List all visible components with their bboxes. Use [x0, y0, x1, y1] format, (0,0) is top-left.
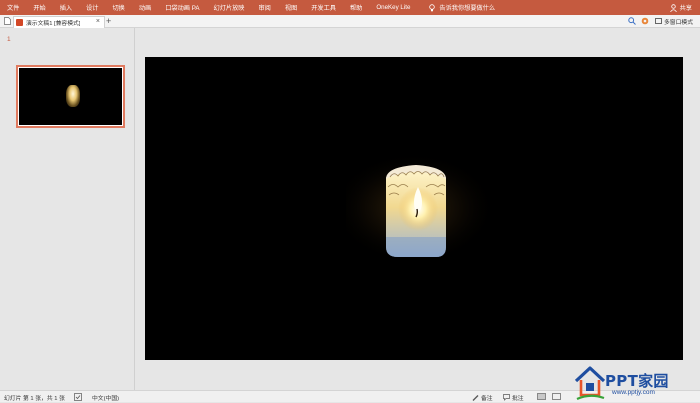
- slide-canvas[interactable]: [145, 57, 683, 360]
- house-logo-icon: [574, 366, 606, 401]
- language-status[interactable]: 中文(中国): [92, 391, 119, 403]
- document-tab-title: 演示文稿1 [兼容模式]: [26, 21, 81, 27]
- ribbon-menu-bar: 文件 开始 插入 设计 切换 动画 口袋动画 PA 幻灯片放映 审阅 视图 开发…: [0, 0, 700, 15]
- slide-thumbnail-pane: 1: [0, 28, 134, 390]
- multi-window-label: 多窗口模式: [664, 19, 693, 26]
- notes-button[interactable]: 备注: [472, 391, 493, 403]
- slide-number: 1: [7, 36, 11, 43]
- search-icon[interactable]: [628, 17, 636, 25]
- menu-home[interactable]: 开始: [26, 3, 52, 12]
- menu-view[interactable]: 视图: [278, 3, 304, 12]
- notes-icon: [472, 394, 479, 401]
- lightbulb-icon: [429, 3, 436, 11]
- share-button[interactable]: 共享: [669, 0, 692, 15]
- menu-pocket-animation[interactable]: 口袋动画 PA: [158, 3, 206, 12]
- slide-count-status: 幻灯片 第 1 张，共 1 张: [4, 395, 65, 402]
- candle-image[interactable]: [346, 157, 496, 259]
- accessibility-icon[interactable]: [74, 393, 82, 401]
- menu-file[interactable]: 文件: [0, 3, 26, 12]
- pptjy-watermark-logo: PPT家园 www.pptjy.com: [574, 365, 700, 402]
- powerpoint-icon: [16, 19, 23, 26]
- menu-slideshow[interactable]: 幻灯片放映: [207, 3, 252, 12]
- menu-help[interactable]: 帮助: [343, 3, 369, 12]
- normal-view-icon[interactable]: [537, 393, 546, 400]
- document-tab-bar: 演示文稿1 [兼容模式] × + 多窗口模式: [0, 15, 700, 28]
- document-icon[interactable]: [4, 17, 11, 25]
- multi-window-mode-button[interactable]: 多窗口模式: [655, 15, 693, 27]
- comment-icon: [503, 393, 510, 401]
- pane-divider[interactable]: [134, 28, 135, 390]
- window-icon: [655, 18, 662, 24]
- logo-url-text: www.pptjy.com: [612, 389, 655, 396]
- share-label: 共享: [679, 5, 692, 12]
- menu-developer[interactable]: 开发工具: [304, 3, 343, 12]
- close-tab-icon[interactable]: ×: [96, 18, 100, 25]
- tell-me-label: 告诉我你想要做什么: [439, 5, 496, 12]
- document-tab[interactable]: 演示文稿1 [兼容模式] ×: [13, 16, 105, 28]
- menu-design[interactable]: 设计: [79, 3, 105, 12]
- thumbnail-candle-image: [66, 85, 80, 107]
- comments-label: 批注: [512, 395, 524, 402]
- gear-icon[interactable]: [641, 17, 649, 25]
- tell-me-search[interactable]: 告诉我你想要做什么: [429, 3, 495, 12]
- menu-onekey-lite[interactable]: OneKey Lite: [369, 4, 417, 11]
- menu-review[interactable]: 审阅: [251, 3, 277, 12]
- slide-sorter-view-icon[interactable]: [552, 393, 561, 400]
- notes-label: 备注: [481, 395, 493, 402]
- menu-transitions[interactable]: 切换: [106, 3, 132, 12]
- slide-thumbnail[interactable]: [16, 65, 125, 128]
- comments-button[interactable]: 批注: [503, 391, 524, 403]
- new-tab-button[interactable]: +: [106, 15, 111, 27]
- logo-brand-text: PPT家园: [605, 372, 669, 390]
- thumbnail-preview: [19, 68, 122, 125]
- ribbon-tabs: 文件 开始 插入 设计 切换 动画 口袋动画 PA 幻灯片放映 审阅 视图 开发…: [0, 0, 417, 15]
- view-buttons: [537, 393, 567, 400]
- person-icon: [669, 3, 677, 12]
- menu-insert[interactable]: 插入: [53, 3, 79, 12]
- menu-animations[interactable]: 动画: [132, 3, 158, 12]
